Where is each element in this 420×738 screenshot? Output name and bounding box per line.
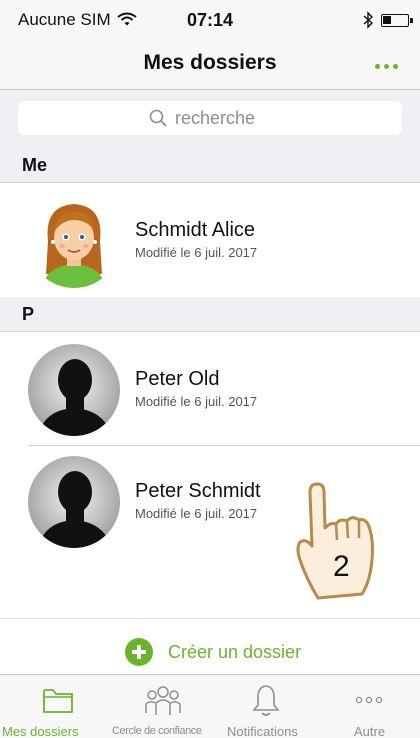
battery-tip (410, 18, 413, 23)
search-box[interactable] (18, 101, 402, 135)
pointing-hand-icon (296, 482, 374, 600)
navigation-bar: Mes dossiers (0, 40, 420, 90)
tab-autre[interactable]: Autre (320, 675, 420, 738)
silhouette-avatar (28, 456, 120, 548)
tab-bar: Mes dossiers Cercle de confiance Notific… (0, 674, 420, 738)
create-folder-row: Créer un dossier (0, 618, 420, 674)
more-dot (383, 63, 389, 69)
step-number: 2 (333, 550, 350, 583)
tab-label: Autre (354, 724, 386, 738)
folder-modified-date: Modifié le 6 juil. 2017 (135, 394, 258, 409)
tab-notifications[interactable]: Notifications (222, 675, 320, 738)
tab-label: Mes dossiers (2, 724, 79, 738)
battery-icon (381, 14, 409, 27)
more-dots-icon (355, 696, 383, 704)
clock: 07:14 (186, 10, 234, 30)
search-area (0, 90, 420, 148)
create-folder-button[interactable]: Créer un dossier (124, 637, 301, 667)
more-dot (392, 63, 398, 69)
cartoon-woman-avatar (28, 196, 120, 288)
more-dots-icon (374, 63, 380, 69)
silhouette-avatar (28, 344, 120, 436)
folder-row-peter-old[interactable]: Peter Old Modifié le 6 juil. 2017 (0, 332, 420, 444)
bell-icon (252, 685, 280, 716)
folder-icon (43, 689, 73, 713)
battery-level (383, 16, 391, 24)
tab-cercle-de-confiance[interactable]: Cercle de confiance (104, 675, 222, 738)
tab-label: Cercle de confiance (112, 725, 202, 737)
section-label: P (22, 304, 35, 324)
section-label: Me (22, 155, 48, 175)
page-title: Mes dossiers (143, 51, 277, 74)
tab-mes-dossiers[interactable]: Mes dossiers (0, 675, 104, 738)
folder-name: Peter Schmidt (135, 480, 261, 502)
section-header-me: Me (0, 148, 420, 183)
folder-name: Schmidt Alice (135, 219, 256, 241)
bluetooth-icon (363, 11, 374, 29)
folder-name: Peter Old (135, 368, 220, 390)
plus-circle-icon (125, 638, 153, 666)
more-options-button[interactable] (366, 56, 406, 76)
create-folder-label: Créer un dossier (168, 641, 302, 662)
search-icon (149, 109, 167, 127)
folder-row-schmidt-alice[interactable]: Schmidt Alice Modifié le 6 juil. 2017 (0, 183, 420, 295)
section-header-p: P (0, 297, 420, 332)
people-circle-icon (145, 686, 181, 715)
folder-modified-date: Modifié le 6 juil. 2017 (135, 245, 258, 260)
search-input[interactable] (175, 107, 271, 129)
folder-modified-date: Modifié le 6 juil. 2017 (135, 506, 258, 521)
status-bar: Aucune SIM 07:14 (0, 0, 420, 40)
tab-label: Notifications (227, 724, 298, 738)
